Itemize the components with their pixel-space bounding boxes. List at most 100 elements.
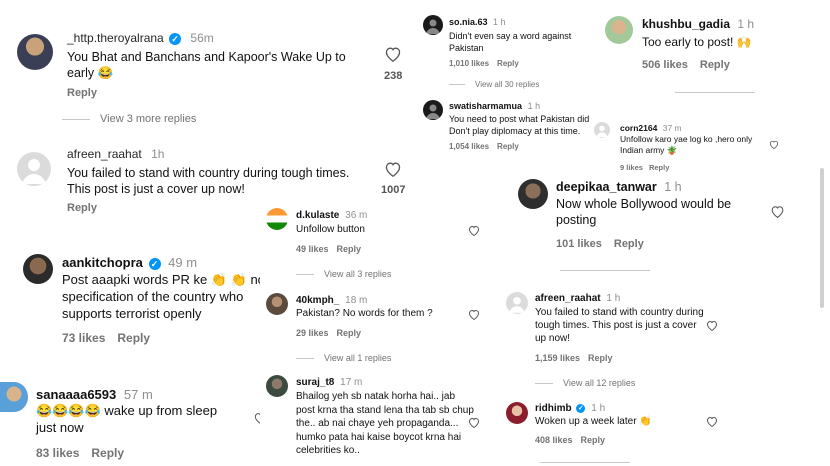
reply-button[interactable]: Reply: [337, 244, 362, 254]
like-count: 1,010 likes: [449, 59, 490, 68]
avatar[interactable]: [605, 16, 633, 44]
view-replies-partial[interactable]: [560, 270, 650, 276]
reply-button[interactable]: Reply: [117, 331, 150, 345]
like-heart-icon[interactable]: [706, 416, 718, 427]
like-count: 101 likes: [556, 238, 602, 250]
comment-card-sonia: so.nia.63 1 h Didn't even say a word aga…: [418, 12, 600, 98]
comment-meta: 73 likes Reply: [62, 331, 150, 345]
comment-username[interactable]: so.nia.63 1 h: [449, 17, 506, 27]
avatar[interactable]: [266, 293, 288, 315]
like-count: 238: [384, 70, 403, 82]
avatar[interactable]: [266, 375, 288, 397]
view-replies-partial[interactable]: [675, 92, 755, 100]
reply-button[interactable]: Reply: [67, 87, 97, 99]
view-replies-button[interactable]: View all 12 replies: [535, 378, 635, 388]
avatar[interactable]: [423, 100, 443, 120]
comment-username[interactable]: _http.theroyalrana ✓ 56m: [67, 31, 214, 45]
comment-card-khushbu: khushbu_gadia 1 h Too early to post! 🙌 5…: [600, 8, 796, 100]
avatar[interactable]: [266, 208, 288, 230]
like-heart-icon[interactable]: [384, 46, 402, 62]
comment-text: You need to post what Pakistan did. Don'…: [449, 114, 592, 137]
avatar[interactable]: [518, 179, 548, 209]
like-count: 29 likes: [296, 328, 329, 338]
avatar[interactable]: [506, 292, 528, 314]
avatar[interactable]: [17, 152, 51, 186]
default-user-icon: [22, 159, 46, 184]
view-replies-button[interactable]: View 3 more replies: [62, 113, 196, 125]
comment-card-afreen-right: afreen_raahat 1 h You failed to stand wi…: [500, 284, 736, 394]
comment-username[interactable]: afreen_raahat 1 h: [535, 293, 620, 304]
comment-meta: 408 likes Reply: [535, 435, 605, 445]
comment-username[interactable]: 40kmph_ 18 m: [296, 295, 367, 306]
avatar[interactable]: [506, 402, 528, 424]
comment-meta: 49 likes Reply: [296, 244, 361, 254]
reply-button[interactable]: Reply: [497, 142, 519, 151]
comment-time: 18 m: [345, 295, 368, 306]
comment-text: Bhailog yeh sb natak horha hai.. jab pos…: [296, 391, 474, 457]
reply-button[interactable]: Reply: [700, 59, 730, 71]
comment-username[interactable]: ridhimb ✓ 1 h: [535, 403, 605, 414]
comment-time: 1 h: [606, 293, 621, 304]
comment-meta: 9 likes Reply: [620, 163, 669, 172]
view-replies-button[interactable]: View all 30 replies: [449, 80, 539, 89]
like-heart-icon[interactable]: [468, 225, 480, 236]
like-heart-icon[interactable]: [468, 417, 480, 428]
like-heart-icon[interactable]: [384, 161, 402, 177]
default-user-icon: [596, 125, 608, 138]
reply-button[interactable]: Reply: [588, 353, 613, 363]
comment-time: 1 h: [591, 403, 606, 414]
view-replies-button[interactable]: View all 1 replies: [296, 353, 391, 363]
comment-text: Now whole Bollywood would be posting: [556, 197, 732, 228]
like-count: 83 likes: [36, 446, 80, 460]
reply-button[interactable]: Reply: [67, 202, 97, 214]
comment-time: 56m: [190, 31, 214, 45]
avatar[interactable]: [17, 34, 53, 70]
comment-text: You failed to stand with country during …: [535, 307, 704, 344]
reply-button[interactable]: Reply: [337, 328, 362, 338]
comment-time: 36 m: [345, 210, 368, 221]
comment-time: 57 m: [123, 387, 153, 402]
comment-card-swati: swatisharmamua 1 h You need to post what…: [418, 98, 600, 158]
avatar[interactable]: [0, 382, 28, 412]
comment-username[interactable]: swatisharmamua 1 h: [449, 101, 540, 111]
comment-time: 1h: [151, 147, 165, 161]
comment-username[interactable]: afreen_raahat 1h: [67, 147, 164, 161]
comment-text: Unfollow button: [296, 224, 365, 235]
reply-button[interactable]: Reply: [614, 238, 644, 250]
avatar[interactable]: [594, 122, 610, 138]
comment-meta: 1,159 likes Reply: [535, 353, 613, 363]
comment-meta: 29 likes Reply: [296, 328, 361, 338]
like-heart-icon[interactable]: [770, 205, 785, 218]
middle-comments-panel: d.kulaste 36 m Unfollow button 49 likes …: [260, 201, 496, 466]
comment-time: 49 m: [168, 255, 198, 270]
avatar[interactable]: [423, 15, 443, 35]
scrollbar[interactable]: [820, 168, 824, 308]
reply-button[interactable]: Reply: [581, 435, 606, 445]
comment-meta: 83 likes Reply: [36, 446, 124, 460]
like-heart-icon[interactable]: [706, 320, 718, 331]
reply-button[interactable]: Reply: [649, 163, 669, 172]
default-user-icon: [426, 104, 440, 119]
reply-button[interactable]: Reply: [497, 59, 519, 68]
like-count: 1,159 likes: [535, 353, 581, 363]
comment-username[interactable]: sanaaaa6593 57 m: [36, 387, 153, 402]
like-heart-icon[interactable]: [468, 309, 480, 320]
comment-text: Unfollow karo yae log ko ,hero only Indi…: [620, 134, 753, 156]
comment-meta: Reply: [67, 202, 97, 214]
comment-username[interactable]: suraj_t8 17 m: [296, 377, 362, 388]
comment-card-ridhimb: ridhimb ✓ 1 h Woken up a week later 👏 40…: [500, 394, 736, 466]
comment-meta: 101 likes Reply: [556, 238, 644, 250]
avatar[interactable]: [23, 254, 53, 284]
comment-username[interactable]: corn2164 37 m: [620, 123, 682, 133]
comment-text: You Bhat and Banchans and Kapoor's Wake …: [67, 50, 346, 80]
comment-time: 1 h: [493, 17, 506, 27]
like-heart-icon[interactable]: [769, 140, 779, 149]
comment-username[interactable]: khushbu_gadia 1 h: [642, 17, 754, 31]
view-replies-button[interactable]: View all 3 replies: [296, 269, 391, 279]
comment-text: 😂😂😂😂 wake up from sleep just now: [36, 403, 218, 435]
comment-username[interactable]: d.kulaste 36 m: [296, 210, 367, 221]
reply-button[interactable]: Reply: [91, 446, 124, 460]
comment-username[interactable]: deepikaa_tanwar 1 h: [556, 180, 682, 194]
view-replies-partial[interactable]: [540, 462, 630, 466]
comment-username[interactable]: aankitchopra ✓ 49 m: [62, 255, 197, 270]
